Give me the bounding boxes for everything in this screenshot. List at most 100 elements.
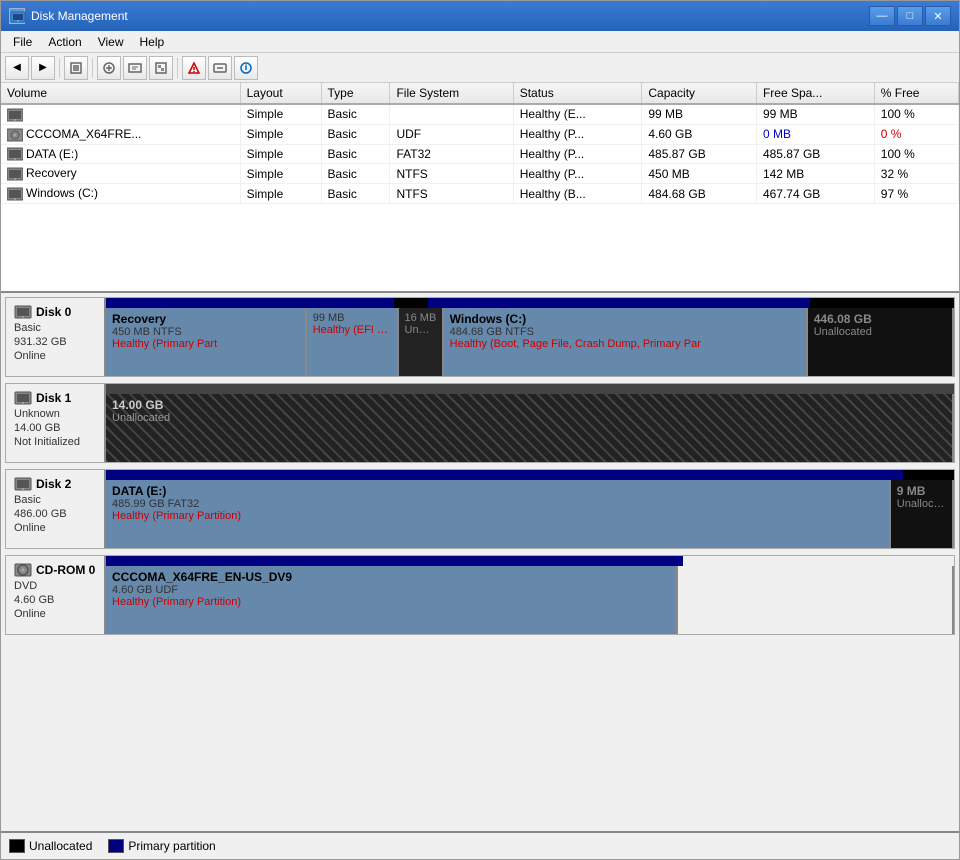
table-cell-volume: DATA (E:): [1, 144, 240, 164]
table-cell-type: Basic: [321, 104, 390, 124]
col-capacity[interactable]: Capacity: [642, 83, 757, 104]
cdrom-name: CD-ROM 0: [36, 563, 95, 577]
disk0-status: Online: [14, 350, 96, 362]
disk0-windows-size: 484.68 GB NTFS: [450, 326, 800, 338]
col-type[interactable]: Type: [321, 83, 390, 104]
disk2-bar-2: [903, 470, 954, 480]
table-row[interactable]: DATA (E:)SimpleBasicFAT32Healthy (P...48…: [1, 144, 959, 164]
disk0-name: Disk 0: [36, 305, 71, 319]
disk0-unalloc-name: 446.08 GB: [814, 312, 946, 326]
back-button[interactable]: ◀: [5, 56, 29, 80]
disk0-unalloc-small-status: Unalloca: [405, 324, 436, 336]
menu-help[interactable]: Help: [132, 32, 173, 52]
disk0-label: Disk 0 Basic 931.32 GB Online: [6, 298, 106, 376]
menu-view[interactable]: View: [90, 32, 132, 52]
table-cell-fs: UDF: [390, 124, 513, 144]
disk1-unalloc-status: Unallocated: [112, 412, 946, 424]
disk0-bar-5: [810, 298, 954, 308]
disk1-unalloc-name: 14.00 GB: [112, 398, 946, 412]
disk2-data-status: Healthy (Primary Partition): [112, 510, 883, 522]
disk0-partitions[interactable]: Recovery 450 MB NTFS Healthy (Primary Pa…: [106, 308, 954, 376]
disk0-recovery-partition[interactable]: Recovery 450 MB NTFS Healthy (Primary Pa…: [106, 308, 307, 376]
cdrom-disc-partition[interactable]: CCCOMA_X64FRE_EN-US_DV9 4.60 GB UDF Heal…: [106, 566, 678, 634]
menu-file[interactable]: File: [5, 32, 40, 52]
table-row[interactable]: RecoverySimpleBasicNTFSHealthy (P...450 …: [1, 164, 959, 184]
title-bar: Disk Management — □ ✕: [1, 1, 959, 31]
table-cell-layout: Simple: [240, 104, 321, 124]
volume-table[interactable]: Volume Layout Type File System Status Ca…: [1, 83, 959, 293]
table-cell-capacity: 450 MB: [642, 164, 757, 184]
toolbar-btn-4[interactable]: [182, 56, 206, 80]
disk0-windows-status: Healthy (Boot, Page File, Crash Dump, Pr…: [450, 338, 800, 350]
toolbar-btn-6[interactable]: [234, 56, 258, 80]
toolbar-btn-5[interactable]: [208, 56, 232, 80]
disk0-unalloc-partition[interactable]: 446.08 GB Unallocated: [808, 308, 954, 376]
table-cell-free: 485.87 GB: [756, 144, 874, 164]
menu-action[interactable]: Action: [40, 32, 89, 52]
disk1-content: 14.00 GB Unallocated: [106, 384, 954, 462]
disk0-windows-partition[interactable]: Windows (C:) 484.68 GB NTFS Healthy (Boo…: [444, 308, 808, 376]
disk1-status: Not Initialized: [14, 436, 96, 448]
window-title: Disk Management: [31, 9, 128, 23]
disk2-type: Basic: [14, 494, 96, 506]
disk0-bar: [106, 298, 954, 308]
table-cell-pct: 0 %: [874, 124, 958, 144]
cdrom-content: CCCOMA_X64FRE_EN-US_DV9 4.60 GB UDF Heal…: [106, 556, 954, 634]
close-button[interactable]: ✕: [925, 6, 951, 26]
disk2-size: 486.00 GB: [14, 508, 96, 520]
toolbar-btn-2[interactable]: [123, 56, 147, 80]
disk2-label: Disk 2 Basic 486.00 GB Online: [6, 470, 106, 548]
table-row[interactable]: Windows (C:)SimpleBasicNTFSHealthy (B...…: [1, 184, 959, 204]
forward-button[interactable]: ▶: [31, 56, 55, 80]
table-cell-pct: 32 %: [874, 164, 958, 184]
disk2-data-size: 485.99 GB FAT32: [112, 498, 883, 510]
table-cell-free: 99 MB: [756, 104, 874, 124]
legend-primary-label: Primary partition: [128, 839, 215, 853]
disk2-unalloc-partition[interactable]: 9 MB Unallocated: [891, 480, 954, 548]
disk2-partitions[interactable]: DATA (E:) 485.99 GB FAT32 Healthy (Prima…: [106, 480, 954, 548]
cdrom-empty-partition: [678, 566, 954, 634]
cdrom-bar-1: [106, 556, 683, 566]
table-cell-status: Healthy (P...: [513, 164, 642, 184]
col-status[interactable]: Status: [513, 83, 642, 104]
cdrom-row: CD-ROM 0 DVD 4.60 GB Online CCCOMA_X64FR…: [5, 555, 955, 635]
table-row[interactable]: SimpleBasicHealthy (E...99 MB99 MB100 %: [1, 104, 959, 124]
table-cell-fs: FAT32: [390, 144, 513, 164]
disk0-unalloc-small-partition[interactable]: 16 MB Unalloca: [399, 308, 444, 376]
toolbar-separator-2: [92, 58, 93, 78]
disk1-partitions[interactable]: 14.00 GB Unallocated: [106, 394, 954, 462]
maximize-button[interactable]: □: [897, 6, 923, 26]
disk0-size: 931.32 GB: [14, 336, 96, 348]
disk2-row: Disk 2 Basic 486.00 GB Online DATA (E:) …: [5, 469, 955, 549]
disk2-status: Online: [14, 522, 96, 534]
col-layout[interactable]: Layout: [240, 83, 321, 104]
toolbar-btn-1[interactable]: [97, 56, 121, 80]
disk2-unalloc-status: Unallocated: [897, 498, 946, 510]
disk2-data-partition[interactable]: DATA (E:) 485.99 GB FAT32 Healthy (Prima…: [106, 480, 891, 548]
disk1-size: 14.00 GB: [14, 422, 96, 434]
table-cell-free: 467.74 GB: [756, 184, 874, 204]
disk1-unalloc-partition[interactable]: 14.00 GB Unallocated: [106, 394, 954, 462]
table-cell-volume: Recovery: [1, 164, 240, 184]
disk0-unalloc-small-size: 16 MB: [405, 312, 436, 324]
cdrom-disc-size: 4.60 GB UDF: [112, 584, 670, 596]
table-cell-type: Basic: [321, 144, 390, 164]
disk0-efi-partition[interactable]: 99 MB Healthy (EFI Sys: [307, 308, 399, 376]
table-cell-pct: 100 %: [874, 104, 958, 124]
minimize-button[interactable]: —: [869, 6, 895, 26]
table-cell-capacity: 485.87 GB: [642, 144, 757, 164]
table-cell-pct: 97 %: [874, 184, 958, 204]
col-pctfree[interactable]: % Free: [874, 83, 958, 104]
title-bar-left: Disk Management: [9, 8, 128, 24]
toolbar-btn-3[interactable]: [149, 56, 173, 80]
table-cell-fs: [390, 104, 513, 124]
disk2-bar-1: [106, 470, 903, 480]
table-cell-type: Basic: [321, 164, 390, 184]
table-cell-volume: [1, 104, 240, 124]
table-row[interactable]: CCCOMA_X64FRE...SimpleBasicUDFHealthy (P…: [1, 124, 959, 144]
col-freespace[interactable]: Free Spa...: [756, 83, 874, 104]
cdrom-partitions[interactable]: CCCOMA_X64FRE_EN-US_DV9 4.60 GB UDF Heal…: [106, 566, 954, 634]
up-button[interactable]: [64, 56, 88, 80]
col-volume[interactable]: Volume: [1, 83, 240, 104]
col-filesystem[interactable]: File System: [390, 83, 513, 104]
